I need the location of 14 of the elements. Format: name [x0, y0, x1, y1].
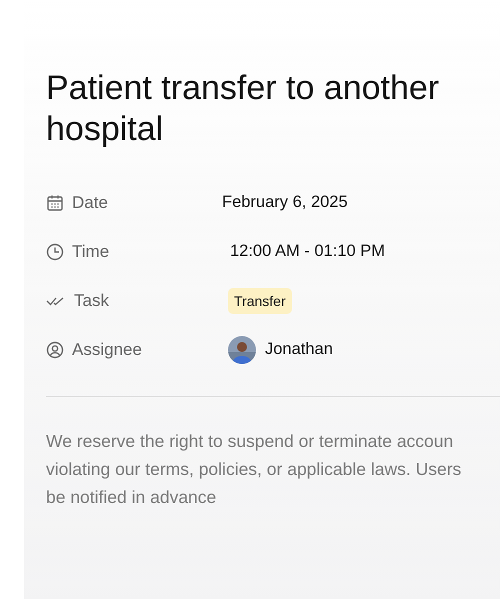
page-title: Patient transfer to another hospital: [46, 68, 440, 150]
field-label: Task: [74, 290, 109, 310]
user-circle-icon: [46, 340, 64, 358]
field-value: 12:00 AM - 01:10 PM: [229, 242, 386, 261]
clock-icon: [46, 242, 64, 260]
field-label: Date: [72, 192, 108, 212]
field-label: Time: [72, 242, 110, 262]
double-check-icon: [46, 294, 66, 306]
field-value: February 6, 2025: [222, 193, 348, 212]
field-label: Assignee: [72, 340, 142, 360]
assignee-name: Jonathan: [265, 340, 333, 359]
task-tag: Transfer: [228, 288, 292, 314]
calendar-icon: [46, 194, 64, 212]
terms-paragraph: We reserve the right to suspend or terminate accoun violating our terms, policies, or applicable laws. Users be notified in advance: [46, 430, 462, 509]
